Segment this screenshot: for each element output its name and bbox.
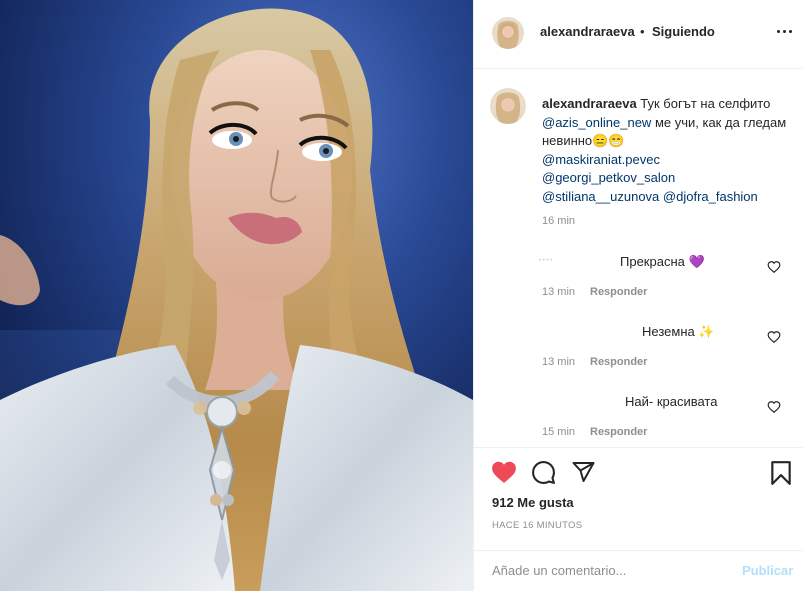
avatar[interactable] xyxy=(492,17,524,49)
like-heart-icon[interactable] xyxy=(491,460,517,487)
post-header: alexandraraeva • Siguiendo xyxy=(474,0,803,69)
comment-text: Прекрасна 💜 xyxy=(620,254,705,269)
mention-link[interactable]: @georgi_petkov_salon xyxy=(542,170,675,185)
comment-like-heart-icon[interactable] xyxy=(767,330,781,344)
save-bookmark-icon[interactable] xyxy=(770,460,792,489)
share-icon[interactable] xyxy=(571,460,596,487)
mention-link[interactable]: @stiliana__uzunova xyxy=(542,189,659,204)
comment-timestamp[interactable]: 13 min xyxy=(542,356,575,368)
add-comment-bar: Añade un comentario... Publicar xyxy=(474,550,803,591)
separator-dot: • xyxy=(640,24,645,39)
comment-like-heart-icon[interactable] xyxy=(767,400,781,414)
following-button[interactable]: Siguiendo xyxy=(652,24,715,39)
comment-like-heart-icon[interactable] xyxy=(767,260,781,274)
emoji: 😁 xyxy=(608,133,625,148)
reply-button[interactable]: Responder xyxy=(590,426,647,438)
comment-item: • • • • Прекрасна 💜 13 min Responder xyxy=(474,250,803,310)
caption-text-part: Тук богът на селфито xyxy=(636,96,771,111)
comment-text: Неземна ✨ xyxy=(642,324,715,339)
more-horizontal-icon[interactable] xyxy=(774,22,794,38)
comment-item: Най- красивата 15 min Responder xyxy=(474,390,803,450)
comment-input[interactable]: Añade un comentario... xyxy=(492,563,626,578)
emoji: 😑 xyxy=(592,133,609,148)
post-timestamp[interactable]: HACE 16 MINUTOS xyxy=(492,520,582,531)
reply-button[interactable]: Responder xyxy=(590,286,647,298)
caption-username[interactable]: alexandraraeva xyxy=(542,96,637,111)
comment-avatar[interactable]: • • • • xyxy=(539,258,552,264)
post-side-panel: alexandraraeva • Siguiendo alexandraraev… xyxy=(473,0,803,591)
likes-count[interactable]: 912 Me gusta xyxy=(492,495,574,510)
comment-timestamp[interactable]: 15 min xyxy=(542,426,575,438)
comment-icon[interactable] xyxy=(531,460,556,488)
comment-timestamp[interactable]: 13 min xyxy=(542,286,575,298)
comment-text: Най- красивата xyxy=(625,394,718,409)
reply-button[interactable]: Responder xyxy=(590,356,647,368)
comment-item: Неземна ✨ 13 min Responder xyxy=(474,320,803,380)
publish-button[interactable]: Publicar xyxy=(742,563,793,578)
post-actions: 912 Me gusta HACE 16 MINUTOS xyxy=(474,447,803,559)
avatar[interactable] xyxy=(490,88,526,124)
caption-text: alexandraraeva Тук богът на селфито @azis… xyxy=(542,95,794,206)
caption-timestamp[interactable]: 16 min xyxy=(542,215,575,227)
username[interactable]: alexandraraeva xyxy=(540,24,635,39)
mention-link[interactable]: @djofra_fashion xyxy=(663,189,758,204)
mention-link[interactable]: @maskiraniat.pevec xyxy=(542,152,660,167)
post-photo[interactable] xyxy=(0,0,473,591)
mention-link[interactable]: @azis_online_new xyxy=(542,115,651,130)
portrait-image xyxy=(0,0,473,591)
